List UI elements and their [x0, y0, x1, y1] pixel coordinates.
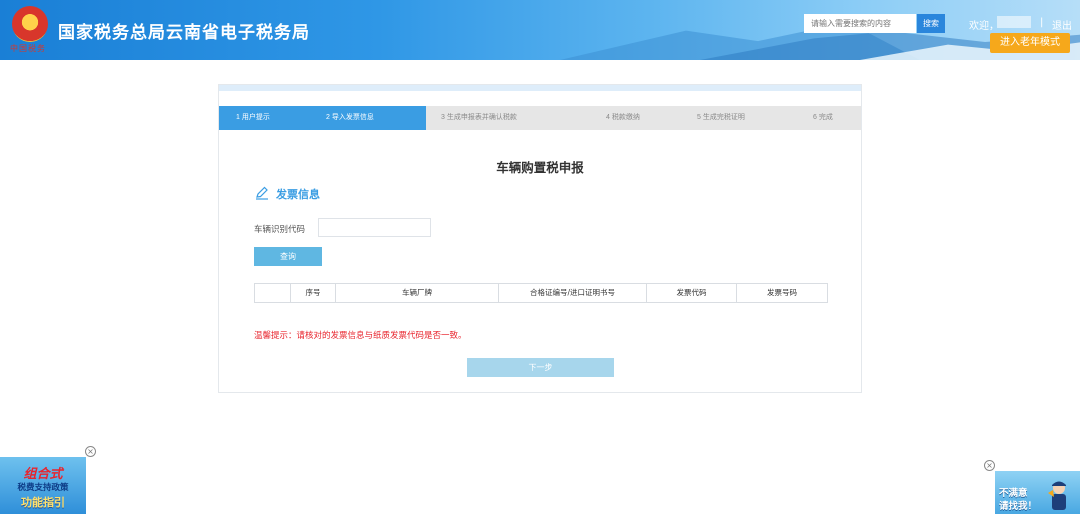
page-title: 车辆购置税申报 — [496, 160, 584, 175]
tax-emblem-icon[interactable] — [12, 6, 48, 42]
emblem-caption: 中国税务 — [10, 44, 46, 53]
step-6-label: 6 完成 — [813, 114, 833, 121]
welcome-text: 欢迎， — [969, 21, 999, 32]
step-3-label: 3 生成申报表并确认税款 — [441, 114, 517, 121]
query-button[interactable]: 查询 — [254, 247, 322, 266]
logout-link[interactable]: 退出 — [1052, 17, 1072, 32]
ad-line-1: 组合式 — [23, 467, 63, 482]
site-title[interactable]: 国家税务总局云南省电子税务局 — [58, 18, 310, 43]
edit-pencil-icon — [256, 186, 268, 200]
search-input[interactable] — [804, 14, 916, 33]
step-1-label: 1 用户提示 — [236, 114, 270, 121]
table-header-certificate: 合格证编号/进口证明书号 — [499, 284, 647, 302]
warning-tip: 温馨提示：请核对的发票信息与纸质发票代码是否一致。 — [254, 331, 467, 341]
next-step-button[interactable]: 下一步 — [467, 358, 614, 377]
step-5-label: 5 生成完税证明 — [697, 114, 745, 121]
ad-right-line-1: 不满意 — [999, 488, 1028, 499]
header-divider: | — [1040, 17, 1044, 28]
step-3: 3 生成申报表并确认税款 — [426, 106, 591, 130]
close-right-ad-icon[interactable]: × — [984, 460, 995, 471]
close-left-ad-icon[interactable]: × — [85, 446, 96, 457]
step-2-label: 2 导入发票信息 — [326, 114, 374, 121]
declaration-panel: 1 用户提示 2 导入发票信息 3 生成申报表并确认税款 4 税款缴纳 5 生成… — [218, 84, 862, 393]
ad-line-2: 税费支持政策 — [17, 483, 69, 493]
step-1: 1 用户提示 — [219, 106, 311, 130]
feedback-ad[interactable]: 不满意 请找我！ — [995, 471, 1080, 514]
table-header-invoice-number: 发票号码 — [767, 288, 797, 297]
panel-top-bar — [219, 85, 861, 91]
step-4: 4 税款缴纳 — [591, 106, 684, 130]
officer-figure-icon — [1048, 481, 1066, 510]
username-masked — [997, 16, 1031, 28]
table-header-brand: 车辆厂牌 — [336, 284, 499, 302]
ad-right-line-2: 请找我！ — [999, 501, 1038, 512]
ad-line-3: 功能指引 — [21, 496, 65, 509]
step-2: 2 导入发票信息 — [311, 106, 426, 130]
table-header-invoice-code: 发票代码 — [647, 284, 737, 302]
table-header-index: 序号 — [291, 284, 336, 302]
vin-input[interactable] — [318, 218, 431, 237]
vin-label: 车辆识别代码 — [254, 225, 306, 235]
site-header: 中国税务 国家税务总局云南省电子税务局 搜索 欢迎， | 退出 进入老年模式 — [0, 0, 1080, 60]
elder-mode-button[interactable]: 进入老年模式 — [990, 33, 1070, 53]
step-6: 6 完成 — [799, 106, 861, 130]
policy-guide-ad[interactable]: 组合式 税费支持政策 功能指引 — [0, 457, 86, 514]
section-title: 发票信息 — [276, 188, 320, 201]
search-button[interactable]: 搜索 — [917, 14, 945, 33]
step-5: 5 生成完税证明 — [684, 106, 799, 130]
step-progress: 1 用户提示 2 导入发票信息 3 生成申报表并确认税款 4 税款缴纳 5 生成… — [219, 106, 861, 130]
step-4-label: 4 税款缴纳 — [606, 114, 640, 121]
table-header-select — [255, 284, 291, 302]
invoice-table: 序号 车辆厂牌 合格证编号/进口证明书号 发票代码 发票号码 — [254, 283, 828, 303]
